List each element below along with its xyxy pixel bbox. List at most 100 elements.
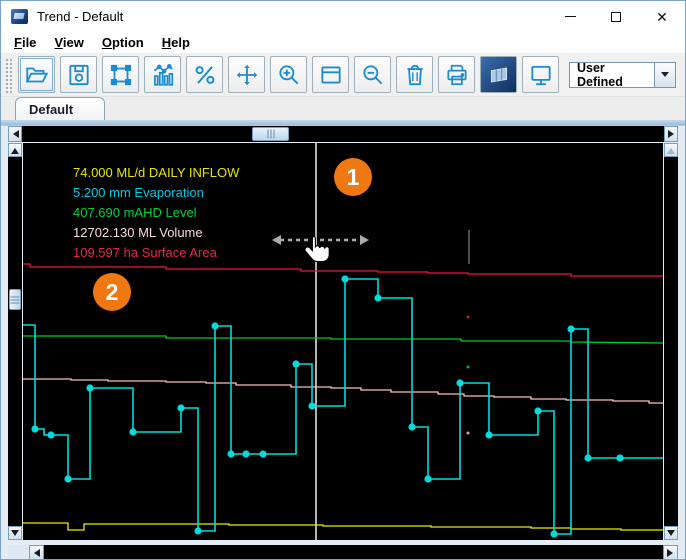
print-button[interactable] <box>438 56 475 93</box>
arrow-up-icon <box>11 144 19 154</box>
delete-button[interactable] <box>396 56 433 93</box>
evaporation-marker-dot <box>31 425 38 432</box>
maximize-icon <box>611 12 621 22</box>
new-window-button[interactable] <box>312 56 349 93</box>
pan-button[interactable] <box>228 56 265 93</box>
map-view-button[interactable] <box>480 56 517 93</box>
evaporation-marker-dot <box>308 402 315 409</box>
series-volume <box>23 379 663 403</box>
close-button[interactable]: ✕ <box>639 1 685 32</box>
evaporation-marker-dot <box>534 407 541 414</box>
evaporation-marker-dot <box>86 384 93 391</box>
percent-icon <box>192 62 218 88</box>
evaporation-marker-dot <box>408 423 415 430</box>
plot-area[interactable]: 74.000 ML/d DAILY INFLOW 5.200 mm Evapor… <box>23 143 663 540</box>
window-icon <box>318 62 344 88</box>
arrow-down-icon <box>11 530 19 540</box>
zoom-in-button[interactable] <box>270 56 307 93</box>
hscroll-bottom-left-arrow[interactable] <box>29 545 44 560</box>
preset-combobox-value[interactable]: User Defined <box>569 62 655 88</box>
hscroll-top-thumb[interactable] <box>252 127 289 141</box>
vscroll-left-down-arrow[interactable] <box>8 526 22 540</box>
zoom-window-icon <box>108 62 134 88</box>
monitor-view-button[interactable] <box>522 56 559 93</box>
combobox-dropdown-button[interactable] <box>655 62 676 88</box>
open-folder-icon <box>24 62 50 88</box>
open-button[interactable] <box>18 56 55 93</box>
evaporation-marker-dot <box>292 360 299 367</box>
tab-bar: Default <box>1 97 685 120</box>
window-title: Trend - Default <box>37 9 123 24</box>
series-evaporation <box>23 279 663 534</box>
evaporation-marker-dot <box>485 431 492 438</box>
zoom-out-icon <box>360 62 386 88</box>
callout-2-badge: 2 <box>93 273 131 311</box>
legend-volume: 12702.130 ML Volume <box>73 223 239 243</box>
menu-file[interactable]: File <box>5 35 45 50</box>
evaporation-marker-dot <box>211 322 218 329</box>
hscroll-top-track[interactable] <box>22 126 664 142</box>
evaporation-marker-dot <box>584 454 591 461</box>
maximize-button[interactable] <box>593 1 639 32</box>
arrow-left-icon <box>9 130 19 138</box>
minimize-button[interactable] <box>547 1 593 32</box>
vscroll-right-track[interactable] <box>664 157 678 526</box>
trash-icon <box>402 62 428 88</box>
statistics-button[interactable] <box>144 56 181 93</box>
legend-surface-area: 109.597 ha Surface Area <box>73 243 239 263</box>
percent-button[interactable] <box>186 56 223 93</box>
callout-1-badge: 1 <box>334 158 372 196</box>
vscroll-right-down-arrow[interactable] <box>664 526 678 540</box>
menu-option[interactable]: Option <box>93 35 153 50</box>
tab-default[interactable]: Default <box>15 97 105 120</box>
vscroll-left-thumb[interactable] <box>9 289 21 310</box>
vscroll-left-track[interactable] <box>8 157 22 526</box>
minimize-icon <box>565 16 576 17</box>
evaporation-marker-dot <box>177 404 184 411</box>
evaporation-marker-dot <box>616 454 623 461</box>
zoom-in-icon <box>276 62 302 88</box>
hscroll-top-right-arrow[interactable] <box>664 126 678 142</box>
evaporation-marker-dot <box>374 294 381 301</box>
legend-level: 407.690 mAHD Level <box>73 203 239 223</box>
map-icon <box>486 62 512 88</box>
menu-help[interactable]: Help <box>153 35 199 50</box>
hscroll-bottom-right-arrow[interactable] <box>663 545 678 560</box>
arrow-right-icon <box>668 130 678 138</box>
save-button[interactable] <box>60 56 97 93</box>
evaporation-marker-dot <box>227 450 234 457</box>
toolbar-grip[interactable] <box>4 57 12 93</box>
chart-frame: 74.000 ML/d DAILY INFLOW 5.200 mm Evapor… <box>1 125 685 560</box>
app-window: Trend - Default ✕ File View Option Help <box>0 0 686 560</box>
evaporation-marker-dot <box>567 325 574 332</box>
residual-mark <box>467 432 470 435</box>
app-icon <box>11 9 28 24</box>
printer-icon <box>444 62 470 88</box>
evaporation-marker-dot <box>550 530 557 537</box>
residual-mark <box>467 366 470 369</box>
evaporation-marker-dot <box>47 431 54 438</box>
vscroll-left-up-arrow[interactable] <box>8 143 22 157</box>
statistics-chart-icon <box>150 62 176 88</box>
menu-view[interactable]: View <box>45 35 92 50</box>
save-icon <box>66 62 92 88</box>
series-daily-inflow <box>23 523 663 530</box>
arrow-left-icon <box>30 549 40 557</box>
title-bar: Trend - Default ✕ <box>1 1 685 32</box>
zoom-out-button[interactable] <box>354 56 391 93</box>
vscroll-right-up-arrow[interactable] <box>664 143 678 157</box>
hscroll-bottom-track[interactable] <box>44 545 663 560</box>
arrow-up-icon <box>667 144 675 154</box>
evaporation-marker-dot <box>341 275 348 282</box>
zoom-window-button[interactable] <box>102 56 139 93</box>
toolbar: User Defined <box>1 53 685 97</box>
pan-icon <box>234 62 260 88</box>
arrow-right-icon <box>667 549 677 557</box>
hscroll-top-left-arrow[interactable] <box>8 126 22 142</box>
preset-combobox[interactable]: User Defined <box>569 62 676 88</box>
legend-evaporation: 5.200 mm Evaporation <box>73 183 239 203</box>
evaporation-marker-dot <box>259 450 266 457</box>
monitor-icon <box>528 62 554 88</box>
legend-daily-inflow: 74.000 ML/d DAILY INFLOW <box>73 163 239 183</box>
chart-legend: 74.000 ML/d DAILY INFLOW 5.200 mm Evapor… <box>73 163 239 263</box>
